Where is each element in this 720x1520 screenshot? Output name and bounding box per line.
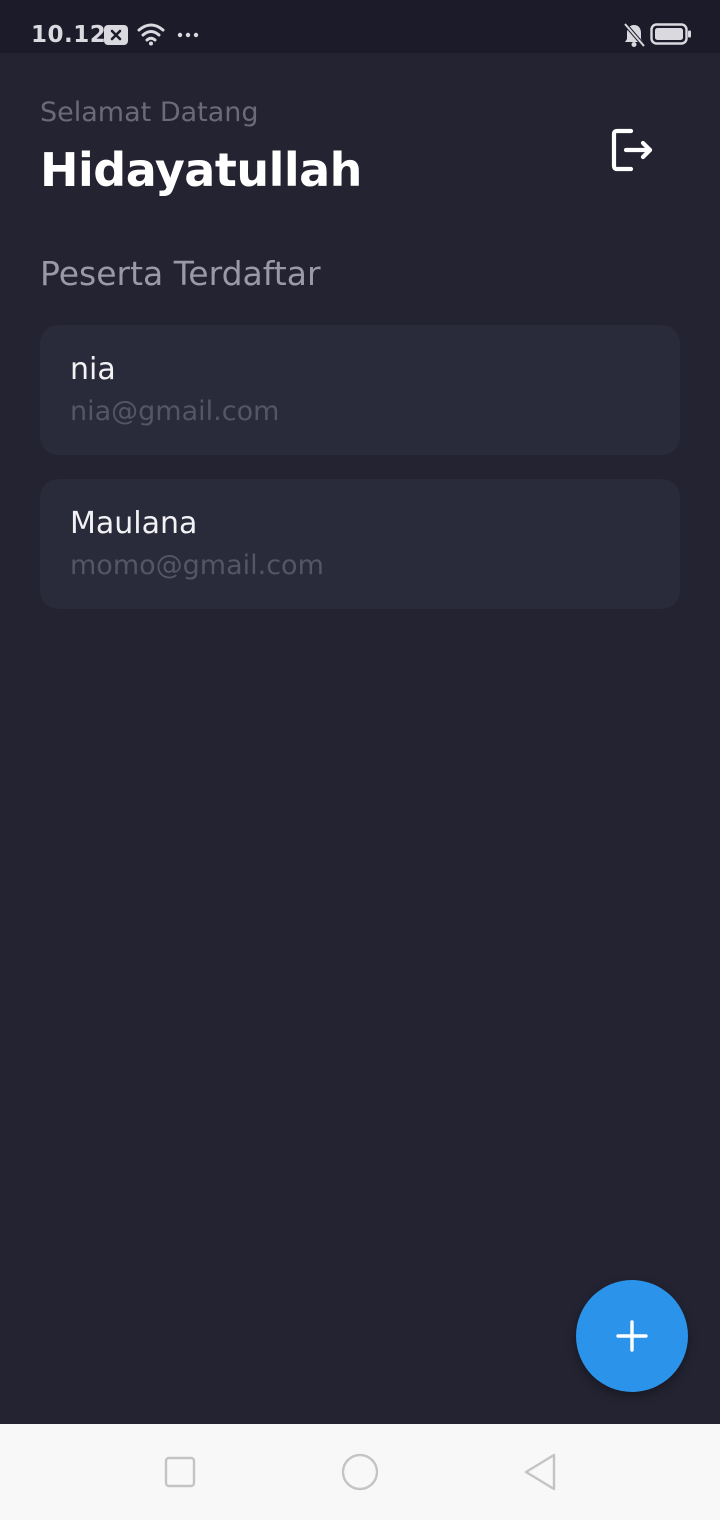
participant-email: nia@gmail.com: [70, 396, 280, 427]
recent-apps-icon: [164, 1456, 196, 1488]
battery-icon: [650, 23, 691, 45]
participant-card[interactable]: Maulana momo@gmail.com: [40, 479, 680, 609]
back-button[interactable]: [520, 1452, 560, 1492]
plus-icon: [616, 1320, 648, 1352]
user-name: Hidayatullah: [40, 143, 362, 197]
participant-name: nia: [70, 352, 116, 387]
recent-apps-button[interactable]: [160, 1452, 200, 1492]
logout-button[interactable]: [606, 124, 658, 176]
home-button[interactable]: [340, 1452, 380, 1492]
status-bar: 10.12: [0, 0, 720, 53]
app-screen: 10.12 Selamat Datang Hidayatullah Pesert…: [0, 0, 720, 1520]
participant-name: Maulana: [70, 506, 198, 541]
logout-icon: [611, 128, 653, 172]
participant-card[interactable]: nia nia@gmail.com: [40, 325, 680, 455]
mute-bell-icon: [623, 22, 646, 48]
back-icon: [524, 1453, 556, 1491]
status-time: 10.12: [31, 22, 107, 48]
wifi-icon: [137, 23, 165, 46]
navigation-bar: [0, 1424, 720, 1520]
section-title: Peserta Terdaftar: [40, 254, 321, 293]
more-dots-icon: [177, 32, 199, 38]
greeting-text: Selamat Datang: [40, 97, 259, 128]
add-participant-button[interactable]: [576, 1280, 688, 1392]
home-icon: [341, 1453, 379, 1491]
participant-email: momo@gmail.com: [70, 550, 324, 581]
notification-close-icon: [104, 25, 128, 45]
